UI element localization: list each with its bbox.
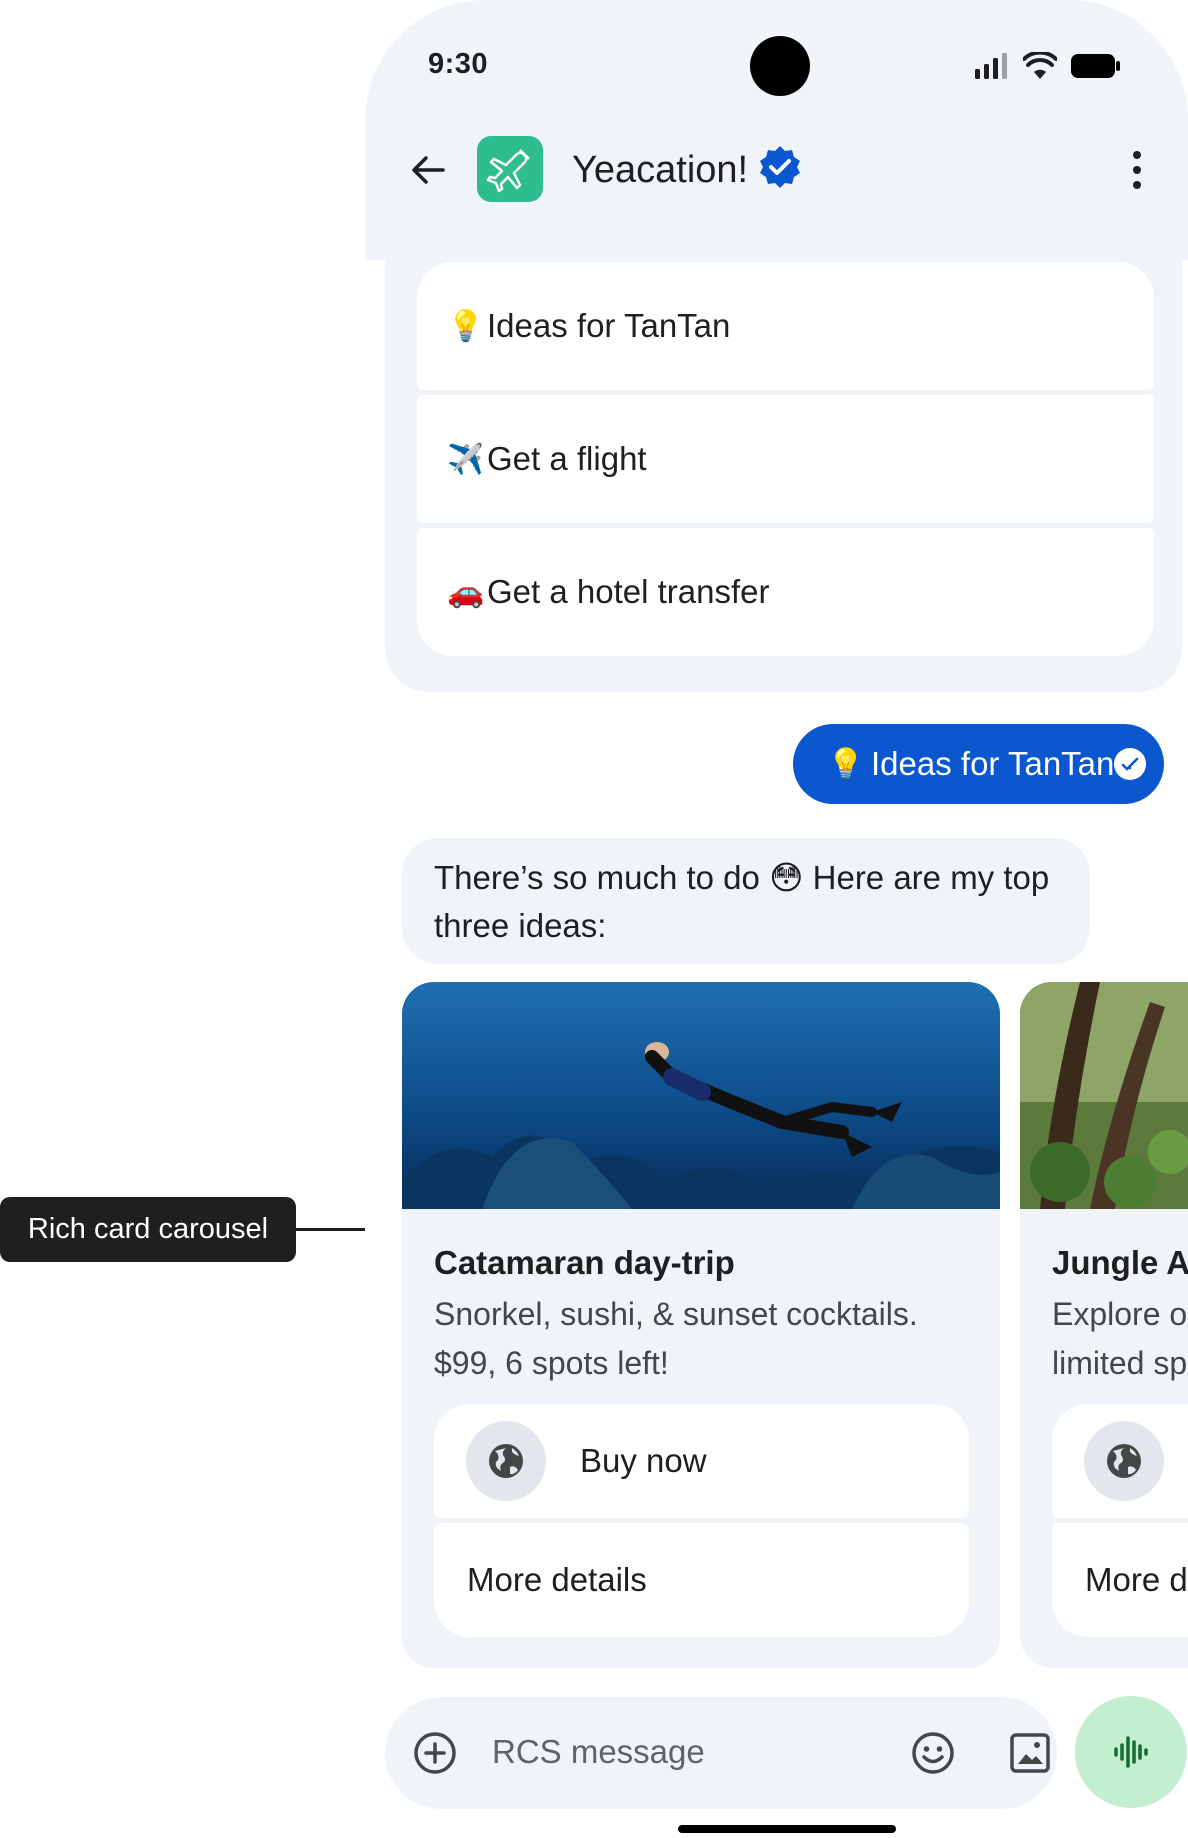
signal-icon [975,53,1007,79]
card-description-line2: limited sp [1052,1345,1188,1381]
card-description-line1: Snorkel, sushi, & sunset cocktails. [434,1296,918,1332]
incoming-message-line2: three ideas: [434,907,607,944]
buy-now-label: Buy now [580,1442,707,1479]
home-indicator[interactable] [678,1825,896,1833]
airplane-icon [486,149,530,193]
suggestion-label: Get a flight [487,440,647,477]
more-details-button[interactable]: More d [1052,1523,1188,1637]
card-description: Snorkel, sushi, & sunset cocktails. $99,… [434,1290,918,1388]
phone-screen: 9:30 Yeacation! 💡 Ideas for TanTan ✈️ Ge… [365,0,1188,1838]
suggestion-flight[interactable]: ✈️ Get a flight [417,395,1154,523]
camera-cutout [750,36,810,96]
emoji-icon[interactable] [910,1730,956,1776]
verified-badge-icon [760,146,800,188]
message-composer: RCS message [385,1697,1057,1809]
card-title: Jungle AT [1052,1244,1188,1281]
rich-card: Catamaran day-trip Snorkel, sushi, & sun… [402,982,1000,1668]
card-description-line1: Explore o [1052,1296,1188,1332]
more-options-button[interactable] [1117,144,1157,196]
globe-icon [466,1421,546,1501]
suggestion-label: Ideas for TanTan [487,307,731,344]
suggestion-list: 💡 Ideas for TanTan ✈️ Get a flight 🚗 Get… [417,262,1154,656]
buy-now-button[interactable]: Buy now [434,1404,969,1518]
card-description: Explore o limited sp [1052,1290,1187,1388]
outgoing-message: 💡 Ideas for TanTan [793,724,1164,804]
underwater-image [402,982,1000,1209]
more-details-button[interactable]: More details [434,1523,969,1637]
outgoing-message-text: Ideas for TanTan [871,745,1115,782]
incoming-message: There’s so much to do 😳 Here are my top … [402,838,1090,964]
card-description-line2: $99, 6 spots left! [434,1345,669,1381]
back-button[interactable] [398,140,458,200]
suggestion-panel: 💡 Ideas for TanTan ✈️ Get a flight 🚗 Get… [385,220,1182,692]
suggestion-ideas[interactable]: 💡 Ideas for TanTan [417,262,1154,390]
flushed-face-icon: 😳 [769,859,804,896]
message-input[interactable]: RCS message [492,1733,705,1771]
status-icons [975,48,1121,84]
incoming-text-b: Here are my top [803,859,1050,896]
lightbulb-icon: 💡 [827,747,865,781]
globe-icon [1084,1421,1164,1501]
card-title: Catamaran day-trip [434,1244,735,1281]
audio-waveform-icon [1114,1736,1148,1768]
annotation-text: Rich card carousel [27,1213,269,1245]
voice-message-button[interactable] [1075,1696,1187,1808]
suggestion-label: Get a hotel transfer [487,573,770,610]
jungle-image [1020,982,1188,1209]
rich-card: Jungle AT Explore o limited sp More d [1020,982,1188,1668]
rich-card-carousel[interactable]: Catamaran day-trip Snorkel, sushi, & sun… [402,982,1188,1668]
incoming-text-a: There’s so much to do [434,859,770,896]
read-receipt-icon [1114,748,1146,780]
more-vert-dot [1133,181,1141,189]
car-icon: 🚗 [447,575,485,609]
status-bar: 9:30 [365,0,1188,130]
card-image-jungle [1020,982,1188,1209]
arrow-back-icon [412,156,445,184]
airplane-emoji-icon: ✈️ [447,442,485,476]
primary-action-button[interactable] [1052,1404,1188,1518]
brand-logo [477,136,543,202]
more-details-label: More details [467,1561,647,1598]
lightbulb-icon: 💡 [447,309,485,343]
add-circle-icon[interactable] [412,1730,458,1776]
more-details-label: More d [1085,1561,1188,1598]
wifi-icon [1023,52,1057,79]
more-vert-dot [1133,166,1141,174]
status-time: 9:30 [428,48,489,80]
suggestion-hotel-transfer[interactable]: 🚗 Get a hotel transfer [417,528,1154,656]
annotation-label: Rich card carousel [0,1197,296,1262]
image-icon[interactable] [1007,1730,1053,1776]
card-actions: More d [1052,1404,1188,1637]
card-actions: Buy now More details [434,1404,969,1637]
card-image-snorkel [402,982,1000,1209]
incoming-message-line1: There’s so much to do 😳 Here are my top [434,854,1058,902]
business-name: Yeacation! [572,149,749,191]
app-header: Yeacation! [365,130,1188,210]
battery-icon [1071,54,1120,78]
more-vert-icon [1133,151,1141,159]
